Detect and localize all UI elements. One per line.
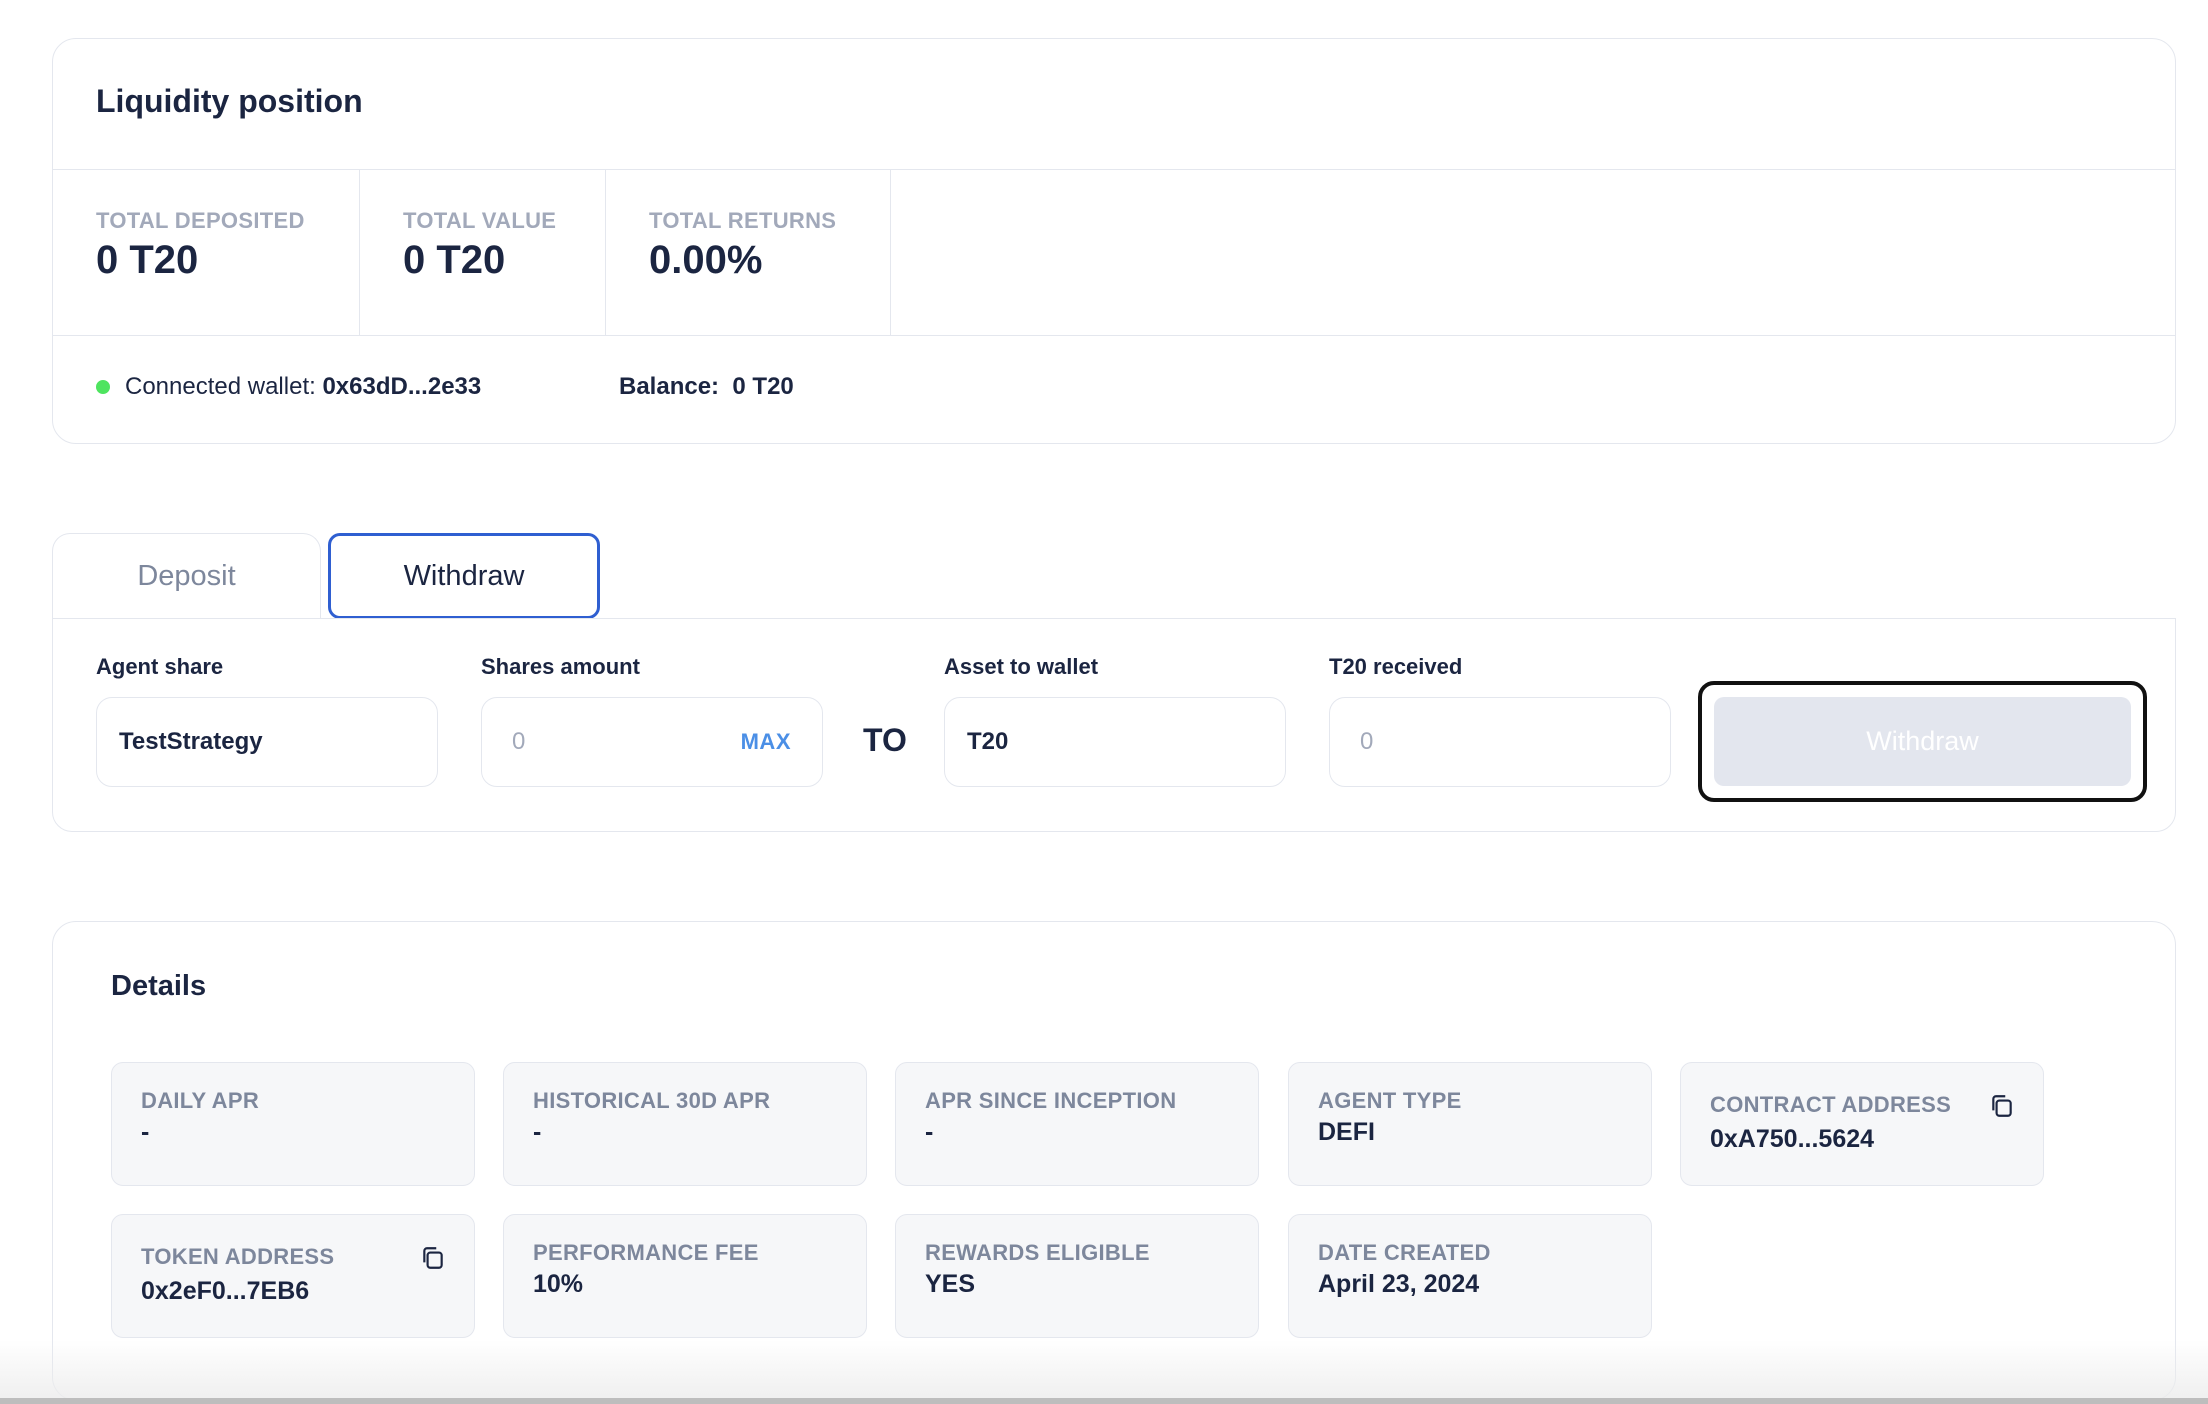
to-label: TO bbox=[863, 722, 907, 758]
wallet-label: Connected wallet: bbox=[125, 373, 316, 400]
copy-icon[interactable] bbox=[420, 1245, 446, 1271]
detail-rewards-eligible: REWARDS ELIGIBLE YES bbox=[895, 1214, 1259, 1338]
stat-total-deposited: TOTAL DEPOSITED 0 T20 bbox=[53, 170, 360, 335]
liquidity-position-card: Liquidity position TOTAL DEPOSITED 0 T20… bbox=[52, 38, 2176, 444]
detail-token-address: TOKEN ADDRESS 0x2eF0...7EB6 bbox=[111, 1214, 475, 1338]
tile-value: - bbox=[533, 1118, 542, 1146]
balance-value: 0 T20 bbox=[732, 373, 794, 400]
detail-apr-since-inception: APR SINCE INCEPTION - bbox=[895, 1062, 1259, 1186]
shares-amount-label: Shares amount bbox=[481, 654, 640, 679]
agent-share-label: Agent share bbox=[96, 654, 224, 679]
connected-wallet: Connected wallet: 0x63dD...2e33 bbox=[96, 373, 481, 401]
tile-value: DEFI bbox=[1318, 1118, 1375, 1146]
window-bottom-edge bbox=[0, 1398, 2208, 1404]
asset-to-wallet-select[interactable]: T20 bbox=[944, 697, 1286, 787]
t20-received-label: T20 received bbox=[1329, 654, 1463, 679]
tile-label: APR SINCE INCEPTION bbox=[925, 1088, 1177, 1113]
tile-label: TOKEN ADDRESS bbox=[141, 1244, 335, 1269]
details-title: Details bbox=[111, 970, 207, 1002]
details-card: Details DAILY APR - HISTORICAL 30D APR -… bbox=[52, 921, 2176, 1401]
stat-value: 0 T20 bbox=[96, 238, 199, 282]
tile-label: PERFORMANCE FEE bbox=[533, 1240, 759, 1265]
tile-value: 10% bbox=[533, 1270, 584, 1298]
stat-label: TOTAL VALUE bbox=[403, 208, 557, 233]
balance-label: Balance: bbox=[619, 373, 720, 400]
detail-daily-apr: DAILY APR - bbox=[111, 1062, 475, 1186]
detail-historical-30d-apr: HISTORICAL 30D APR - bbox=[503, 1062, 867, 1186]
shares-amount-input[interactable]: 0 MAX bbox=[481, 697, 823, 787]
t20-received-field: 0 bbox=[1329, 697, 1671, 787]
withdraw-button-focus-ring: Withdraw bbox=[1698, 681, 2147, 802]
tab-deposit[interactable]: Deposit bbox=[52, 533, 321, 619]
detail-performance-fee: PERFORMANCE FEE 10% bbox=[503, 1214, 867, 1338]
wallet-address: 0x63dD...2e33 bbox=[322, 373, 482, 400]
detail-date-created: DATE CREATED April 23, 2024 bbox=[1288, 1214, 1652, 1338]
wallet-balance: Balance: 0 T20 bbox=[619, 373, 794, 401]
tile-value: YES bbox=[925, 1270, 976, 1298]
tile-value: April 23, 2024 bbox=[1318, 1270, 1480, 1298]
liquidity-title: Liquidity position bbox=[96, 83, 363, 119]
tile-value: - bbox=[925, 1118, 934, 1146]
stat-value: 0 T20 bbox=[403, 238, 506, 282]
stat-label: TOTAL DEPOSITED bbox=[96, 208, 305, 233]
tile-value: - bbox=[141, 1118, 150, 1146]
detail-contract-address: CONTRACT ADDRESS 0xA750...5624 bbox=[1680, 1062, 2044, 1186]
max-button[interactable]: MAX bbox=[741, 729, 791, 755]
tile-value: 0xA750...5624 bbox=[1710, 1125, 1875, 1153]
tile-label: REWARDS ELIGIBLE bbox=[925, 1240, 1150, 1265]
copy-icon[interactable] bbox=[1989, 1093, 2015, 1119]
agent-share-select[interactable]: TestStrategy bbox=[96, 697, 438, 787]
asset-to-wallet-label: Asset to wallet bbox=[944, 654, 1099, 679]
tile-label: CONTRACT ADDRESS bbox=[1710, 1092, 1952, 1117]
tile-label: DATE CREATED bbox=[1318, 1240, 1491, 1265]
tile-label: AGENT TYPE bbox=[1318, 1088, 1462, 1113]
stat-value: 0.00% bbox=[649, 238, 763, 282]
stat-total-returns: TOTAL RETURNS 0.00% bbox=[606, 170, 891, 335]
asset-to-wallet-value: T20 bbox=[967, 728, 1009, 755]
shares-amount-placeholder: 0 bbox=[512, 728, 526, 755]
tile-label: DAILY APR bbox=[141, 1088, 260, 1113]
tab-withdraw[interactable]: Withdraw bbox=[328, 533, 600, 619]
withdraw-form: Agent share TestStrategy Shares amount 0… bbox=[52, 618, 2176, 832]
stat-label: TOTAL RETURNS bbox=[649, 208, 837, 233]
withdraw-button[interactable]: Withdraw bbox=[1714, 697, 2131, 786]
liquidity-stats: TOTAL DEPOSITED 0 T20 TOTAL VALUE 0 T20 … bbox=[53, 169, 2175, 336]
stat-total-value: TOTAL VALUE 0 T20 bbox=[360, 170, 606, 335]
status-dot-icon bbox=[96, 380, 110, 394]
t20-received-placeholder: 0 bbox=[1360, 728, 1374, 755]
detail-agent-type: AGENT TYPE DEFI bbox=[1288, 1062, 1652, 1186]
tile-value: 0x2eF0...7EB6 bbox=[141, 1277, 310, 1305]
agent-share-value: TestStrategy bbox=[119, 728, 263, 755]
tile-label: HISTORICAL 30D APR bbox=[533, 1088, 771, 1113]
